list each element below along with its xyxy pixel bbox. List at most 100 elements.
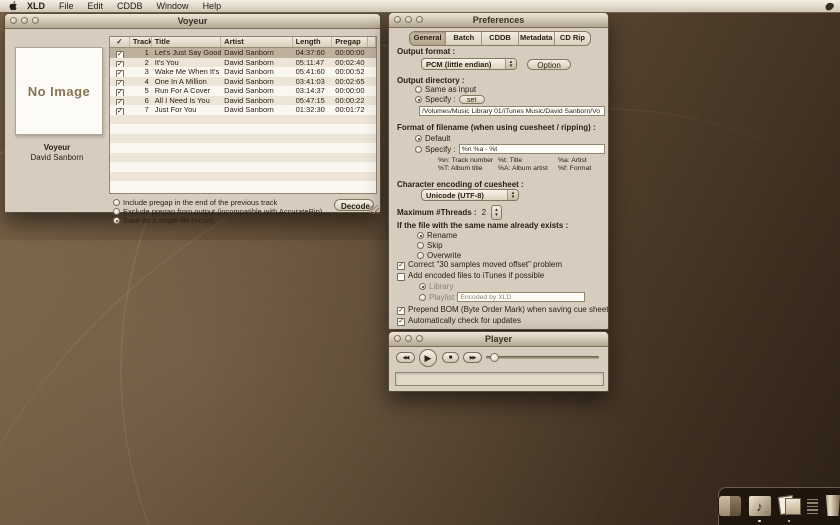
apple-menu-icon[interactable]	[7, 1, 20, 11]
table-row[interactable]: ✓ 3 Wake Me When It's OverDavid Sanborn 05:…	[110, 67, 376, 77]
pregap-option-1[interactable]: Exclude pregap from output (incompatible…	[113, 207, 322, 216]
column-header-Track[interactable]: Track	[130, 37, 152, 47]
set-button[interactable]: set	[458, 95, 485, 104]
pregap-option-0[interactable]: Include pregap in the end of the previou…	[113, 198, 322, 207]
menu-bar: XLD File Edit CDDB Window Help	[0, 0, 840, 13]
column-header-Pregap[interactable]: Pregap	[332, 37, 368, 47]
track-checkbox-cell[interactable]: ✓	[110, 58, 130, 67]
xld-dock-icon[interactable]: ♪	[747, 495, 772, 522]
filename-specify-label: Specify :	[425, 144, 456, 154]
track-checkbox-cell[interactable]: ✓	[110, 67, 130, 77]
exists-option-rename[interactable]: Rename	[417, 231, 457, 240]
close-button[interactable]	[394, 16, 401, 23]
empty-row	[110, 143, 376, 153]
column-header-extra[interactable]	[368, 37, 376, 47]
seek-slider-knob[interactable]	[490, 353, 499, 362]
documents-dock-icon[interactable]	[777, 495, 801, 522]
next-track-button[interactable]: ▶▶	[463, 352, 482, 363]
preferences-titlebar[interactable]: Preferences	[389, 13, 608, 28]
decode-button[interactable]: Decode	[334, 199, 374, 211]
resize-grip[interactable]	[370, 205, 379, 214]
zoom-button[interactable]	[416, 16, 423, 23]
column-header-Length[interactable]: Length	[293, 37, 333, 47]
exists-option-skip[interactable]: Skip	[417, 241, 443, 250]
specify-directory-option[interactable]: Specify : set	[415, 95, 485, 104]
output-path-field[interactable]: /Volumes/Music Library 01/iTunes Music/D…	[419, 106, 605, 116]
table-row[interactable]: ✓ 1 Let's Just Say GoodbyeDavid Sanborn 04:…	[110, 48, 376, 58]
filename-specify-option[interactable]: Specify : %n %a - %t	[415, 144, 605, 154]
play-button[interactable]: ▶	[419, 349, 437, 367]
output-format-dropdown[interactable]: PCM (little endian) ▲ ▼	[421, 58, 517, 70]
column-header-✓[interactable]: ✓	[110, 37, 130, 47]
zoom-button[interactable]	[416, 335, 423, 342]
minimize-button[interactable]	[21, 17, 28, 24]
trash-dock-icon[interactable]	[825, 495, 840, 518]
finder-dock-icon[interactable]	[717, 495, 742, 518]
voyeur-titlebar[interactable]: Voyeur	[5, 14, 380, 29]
track-length: 05:47:15	[295, 95, 325, 105]
preferences-content: General Batch CDDB Metadata CD Rip Output fo…	[389, 28, 609, 330]
itunes-playlist-option[interactable]: Playlist Encoded by XLD	[419, 292, 586, 302]
exists-option-overwrite[interactable]: Overwrite	[417, 251, 461, 260]
auto-update-checkbox[interactable]: ✓ Automatically check for updates	[397, 316, 521, 326]
menu-item-cddb[interactable]: CDDB	[110, 0, 150, 13]
seek-slider-track[interactable]	[486, 356, 599, 359]
dropdown-arrows-icon: ▲ ▼	[507, 190, 518, 200]
finder-icon	[717, 495, 742, 517]
track-checkbox-cell[interactable]: ✓	[110, 105, 130, 115]
track-title: Let's Just Say Goodbye	[154, 48, 221, 57]
table-row[interactable]: ✓ 5 Run For A Cover David Sanborn 03:14:37 00…	[110, 86, 376, 96]
filename-default-option[interactable]: Default	[415, 134, 450, 143]
stop-button[interactable]: ■	[442, 352, 459, 363]
minimize-button[interactable]	[405, 16, 412, 23]
playlist-name-field[interactable]: Encoded by XLD	[457, 292, 586, 302]
prepend-bom-checkbox[interactable]: ✓ Prepend BOM (Byte Order Mark) when sav…	[397, 305, 609, 315]
menu-item-help[interactable]: Help	[196, 0, 229, 13]
close-button[interactable]	[10, 17, 17, 24]
track-title: Run For A Cover	[154, 86, 211, 95]
previous-track-button[interactable]: ◀◀	[396, 352, 415, 363]
menu-item-file[interactable]: File	[52, 0, 81, 13]
itunes-library-option[interactable]: Library	[419, 282, 453, 291]
pregap-option-label: Save as a single file (+cue)	[123, 216, 214, 225]
checkbox-icon: ✓	[397, 317, 405, 326]
threads-stepper[interactable]: ▲ ▼	[491, 205, 503, 220]
tab-metadata[interactable]: Metadata	[519, 32, 555, 45]
filename-pattern-field[interactable]: %n %a - %t	[458, 144, 605, 154]
pregap-option-label: Include pregap in the end of the previou…	[123, 198, 278, 207]
player-titlebar[interactable]: Player	[389, 332, 608, 347]
window-title: Voyeur	[177, 16, 208, 26]
menu-item-edit[interactable]: Edit	[81, 0, 111, 13]
tab-cddb[interactable]: CDDB	[482, 32, 519, 45]
menu-item-window[interactable]: Window	[150, 0, 196, 13]
menu-extra-icon[interactable]	[823, 1, 836, 12]
option-button[interactable]: Option	[527, 58, 571, 70]
column-header-Artist[interactable]: Artist	[221, 37, 293, 47]
zoom-button[interactable]	[32, 17, 39, 24]
track-checkbox-cell[interactable]: ✓	[110, 77, 130, 86]
track-number: 1	[144, 48, 149, 57]
tab-batch[interactable]: Batch	[446, 32, 483, 45]
close-button[interactable]	[394, 335, 401, 342]
table-row[interactable]: ✓ 2 It's You David Sanborn 05:11:47 00:02:40	[110, 57, 376, 67]
track-pregap: 00:00:00	[335, 48, 365, 57]
track-length: 04:37:60	[295, 48, 325, 57]
tab-general[interactable]: General	[410, 32, 447, 45]
table-row[interactable]: ✓ 4 One In A Million David Sanborn 03:41:03 0…	[110, 76, 376, 86]
checkbox-icon: ✓	[115, 79, 124, 86]
pregap-option-2[interactable]: Save as a single file (+cue)	[113, 216, 322, 225]
menu-item-xld[interactable]: XLD	[20, 0, 52, 13]
same-as-input-option[interactable]: Same as input	[415, 85, 476, 94]
column-header-Title[interactable]: Title	[152, 37, 222, 47]
track-checkbox-cell[interactable]: ✓	[110, 86, 130, 96]
trash-icon	[825, 495, 840, 516]
encoding-dropdown[interactable]: Unicode (UTF-8) ▲ ▼	[421, 189, 519, 201]
track-checkbox-cell[interactable]: ✓	[110, 96, 130, 105]
tab-cd-rip[interactable]: CD Rip	[555, 32, 590, 45]
track-checkbox-cell[interactable]: ✓	[110, 48, 130, 58]
add-itunes-checkbox[interactable]: Add encoded files to iTunes if possible	[397, 271, 544, 281]
table-row[interactable]: ✓ 6 All I Need Is You David Sanborn 05:47:15…	[110, 95, 376, 105]
table-row[interactable]: ✓ 7 Just For You David Sanborn 01:32:30 00:01…	[110, 105, 376, 115]
correct-offset-checkbox[interactable]: ✓ Correct "30 samples moved offset" prob…	[397, 260, 562, 270]
minimize-button[interactable]	[405, 335, 412, 342]
